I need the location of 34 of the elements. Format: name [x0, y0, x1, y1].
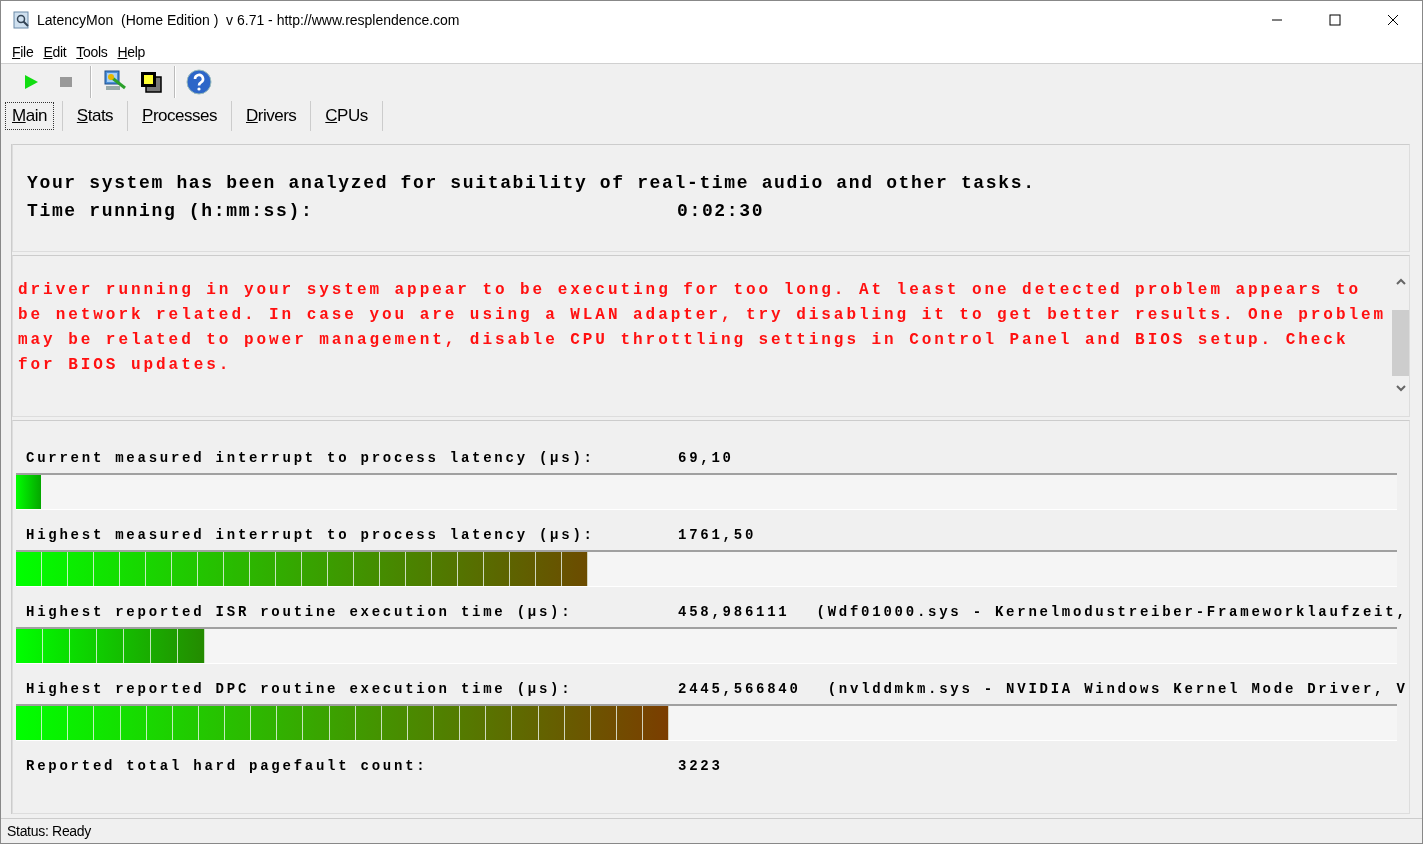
scroll-up-icon — [1395, 278, 1406, 286]
tab[interactable]: Drivers — [232, 102, 311, 130]
window-title: LatencyMon (Home Edition ) v 6.71 - http://www.resplendence.com — [37, 12, 461, 28]
metric-detail: (Wdf01000.sys - Kernelmodustreiber-Frameworklaufzeit, — [816, 604, 1408, 620]
menu-item[interactable]: Tools — [71, 43, 113, 61]
metric-label: Reported total hard pagefault count: — [26, 758, 429, 774]
time-value: 0:02:30 — [677, 201, 765, 221]
metric-detail: (nvlddmkm.sys - NVIDIA Windows Kernel Mode Driver, V — [827, 681, 1408, 697]
warning-text: driver running in your system appear to be executing for too long. At least one detected problem appears to be network related. In case you are using a WLAN adapter, try disabling it to get better results. One problem may be related to power management, disable CPU throttling settings in Control Panel and BIOS setup. Check for BIOS updates. — [17, 280, 1388, 376]
status-text: Status: Ready — [1, 818, 1422, 843]
help-icon — [186, 69, 212, 95]
maximize-icon — [1329, 14, 1341, 26]
tab[interactable]: CPUs — [311, 102, 382, 130]
metric-value: 1761,50 — [678, 527, 757, 543]
menu-item[interactable]: Edit — [38, 43, 72, 61]
time-label: Time running (h:mm:ss): — [27, 201, 315, 221]
app-icon — [13, 11, 31, 29]
tab[interactable]: Processes — [128, 102, 231, 130]
scroll-down-icon — [1395, 384, 1406, 392]
menu-item[interactable]: Help — [112, 43, 151, 61]
tab[interactable]: Stats — [62, 102, 128, 130]
metric-value: 69,10 — [678, 450, 734, 466]
metric-value: 3223 — [678, 758, 723, 774]
metric-label: Highest measured interrupt to process latency (µs): — [26, 527, 596, 543]
metric-value: 2445,566840 — [678, 681, 801, 697]
close-icon — [1387, 14, 1399, 26]
metric-label: Current measured interrupt to process latency (µs): — [26, 450, 596, 466]
overlapping-squares-icon — [138, 69, 164, 95]
metric-value: 458,986111 — [678, 604, 790, 620]
summary-text: Your system has been analyzed for suitability of real-time audio and other tasks. — [27, 173, 1037, 193]
menu-item[interactable]: File — [7, 43, 39, 61]
metric-label: Highest reported ISR routine execution time (µs): — [26, 604, 574, 620]
tab[interactable]: Main — [5, 102, 54, 130]
metric-label: Highest reported DPC routine execution time (µs): — [26, 681, 574, 697]
